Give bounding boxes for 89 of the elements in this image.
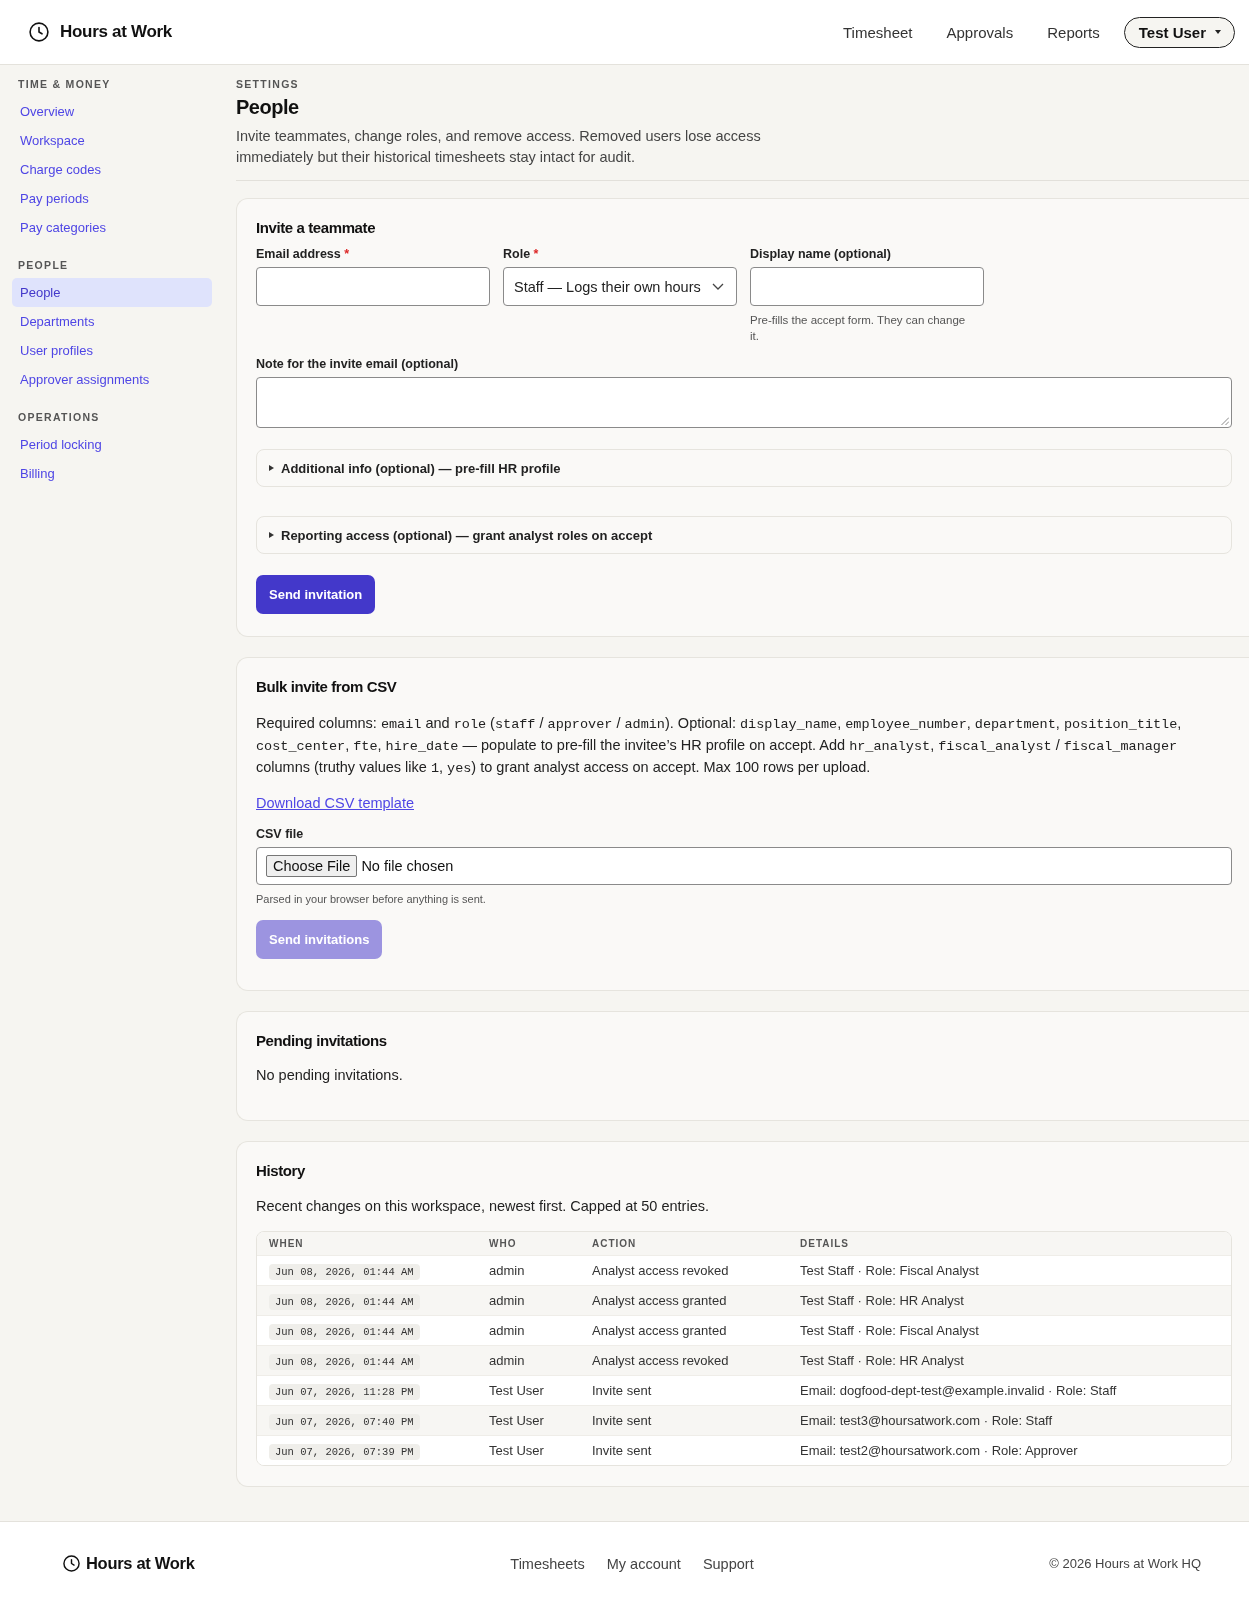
field-label: CSV file — [256, 826, 305, 842]
footer-brand: Hours at Work — [86, 1554, 195, 1573]
sidebar-item[interactable]: Departments — [12, 307, 212, 336]
table-cell: Analyst access revoked — [592, 1353, 729, 1368]
sidebar-section-heading: TIME & MONEY — [17, 78, 112, 91]
table-cell: Test User — [489, 1383, 544, 1398]
user-menu-button[interactable]: Test User — [1123, 16, 1235, 48]
table-cell: Email: test2@hoursatwork.com · Role: Approver — [800, 1443, 1078, 1458]
field-help-text: Pre-fills the accept form. They can change it. — [750, 313, 967, 344]
email-input[interactable] — [256, 267, 490, 306]
field-label: Note for the invite email (optional) — [256, 356, 460, 372]
download-template-link[interactable]: Download CSV template — [256, 795, 414, 811]
table-cell: Invite sent — [592, 1413, 652, 1428]
resize-handle-icon — [1221, 417, 1229, 425]
timestamp-badge: Jun 08, 2026, 01:44 AM — [269, 1264, 420, 1280]
sidebar-item[interactable]: People — [12, 278, 212, 307]
field-label: Display name (optional) — [750, 246, 892, 262]
card-title: Pending invitations — [256, 1031, 388, 1051]
caret-icon — [1215, 30, 1221, 34]
sidebar-item[interactable]: Billing — [12, 459, 212, 488]
field-label: Email address * — [256, 246, 351, 262]
card-title: History — [256, 1161, 306, 1181]
sidebar-item[interactable]: Period locking — [12, 430, 212, 459]
table-cell: Test Staff · Role: HR Analyst — [800, 1353, 964, 1368]
collapsible-section[interactable]: Additional info (optional) — pre-fill HR profile — [256, 449, 1232, 487]
copyright-text: © 2026 Hours at Work HQ — [1049, 1556, 1201, 1571]
page-description: Invite teammates, change roles, and remove access. Removed users lose access immediately but their historical timesheets stay intact for audit. — [236, 127, 762, 167]
file-input-field[interactable]: Choose File No file chosen — [256, 847, 1232, 885]
page-eyebrow: SETTINGS — [236, 78, 300, 91]
field-label: Role * — [503, 246, 540, 262]
sidebar-item[interactable]: Charge codes — [12, 155, 212, 184]
timestamp-badge: Jun 07, 2026, 07:40 PM — [269, 1414, 420, 1430]
table-cell: Test User — [489, 1413, 544, 1428]
table-cell: Invite sent — [592, 1443, 652, 1458]
sidebar-item[interactable]: User profiles — [12, 336, 212, 365]
chevron-down-icon — [712, 283, 724, 290]
sidebar-item[interactable]: Workspace — [12, 126, 212, 155]
table-cell: admin — [489, 1293, 525, 1308]
empty-state-text: No pending invitations. — [256, 1066, 404, 1085]
table-cell: Analyst access revoked — [592, 1263, 729, 1278]
column-header: WHO — [488, 1238, 518, 1249]
app-name: Hours at Work — [60, 22, 172, 42]
timestamp-badge: Jun 08, 2026, 01:44 AM — [269, 1324, 420, 1340]
nav-link[interactable]: Approvals — [946, 23, 1014, 41]
clock-icon — [63, 1555, 80, 1572]
sidebar-item[interactable]: Pay categories — [12, 213, 212, 242]
card-title: Bulk invite from CSV — [256, 677, 398, 697]
display-name-input[interactable] — [750, 267, 984, 306]
table-cell: Email: test3@hoursatwork.com · Role: Staff — [800, 1413, 1053, 1428]
choose-file-button[interactable]: Choose File — [266, 855, 358, 877]
role-select[interactable]: Staff — Logs their own hours — [503, 267, 737, 306]
card-description: Recent changes on this workspace, newest first. Capped at 50 entries. — [256, 1197, 710, 1216]
nav-link[interactable]: Timesheet — [843, 23, 913, 41]
timestamp-badge: Jun 07, 2026, 11:28 PM — [269, 1384, 420, 1400]
field-help-text: Parsed in your browser before anything is sent. — [256, 892, 487, 906]
note-textarea[interactable] — [256, 377, 1232, 428]
clock-icon — [29, 22, 49, 42]
footer-link[interactable]: My account — [606, 1555, 681, 1572]
sidebar-section-heading: OPERATIONS — [17, 411, 101, 424]
table-cell: Analyst access granted — [592, 1293, 727, 1308]
column-header: ACTION — [591, 1238, 638, 1249]
table-cell: Test Staff · Role: Fiscal Analyst — [800, 1263, 979, 1278]
column-header: DETAILS — [799, 1238, 851, 1249]
table-cell: Email: dogfood-dept-test@example.invalid · Role: Staff — [800, 1383, 1117, 1398]
sidebar-item[interactable]: Pay periods — [12, 184, 212, 213]
footer-link[interactable]: Support — [702, 1555, 754, 1572]
timestamp-badge: Jun 08, 2026, 01:44 AM — [269, 1354, 420, 1370]
card-title: Invite a teammate — [256, 218, 377, 238]
table-cell: admin — [489, 1263, 525, 1278]
table-cell: Analyst access granted — [592, 1323, 727, 1338]
footer-link[interactable]: Timesheets — [510, 1555, 585, 1572]
timestamp-badge: Jun 07, 2026, 07:39 PM — [269, 1444, 420, 1460]
table-cell: Test User — [489, 1443, 544, 1458]
file-status-text: No file chosen — [361, 858, 454, 874]
timestamp-badge: Jun 08, 2026, 01:44 AM — [269, 1294, 420, 1310]
sidebar-section-heading: PEOPLE — [17, 259, 70, 272]
page-title: People — [236, 95, 300, 120]
table-cell: Test Staff · Role: Fiscal Analyst — [800, 1323, 979, 1338]
sidebar-item[interactable]: Overview — [12, 97, 212, 126]
csv-instructions: Required columns: email and role (staff / approver / admin). Optional: display_name, employee_number, department, position_title, cost_center, fte, hire_date — populate to pre-fill the invitee’s HR profile on accept. Add hr_analyst, fiscal_analyst / fiscal_manager columns (truthy values like 1, yes) to grant analyst access on accept. Max 100 rows per upload. — [256, 714, 1183, 778]
table-cell: Test Staff · Role: HR Analyst — [800, 1293, 964, 1308]
column-header: WHEN — [268, 1238, 305, 1249]
table-cell: admin — [489, 1353, 525, 1368]
collapsible-section[interactable]: Reporting access (optional) — grant analyst roles on accept — [256, 516, 1232, 554]
table-cell: Invite sent — [592, 1383, 652, 1398]
send-invitation-button[interactable]: Send invitation — [256, 575, 376, 614]
sidebar-item[interactable]: Approver assignments — [12, 365, 212, 394]
nav-link[interactable]: Reports — [1047, 23, 1100, 41]
table-cell: admin — [489, 1323, 525, 1338]
